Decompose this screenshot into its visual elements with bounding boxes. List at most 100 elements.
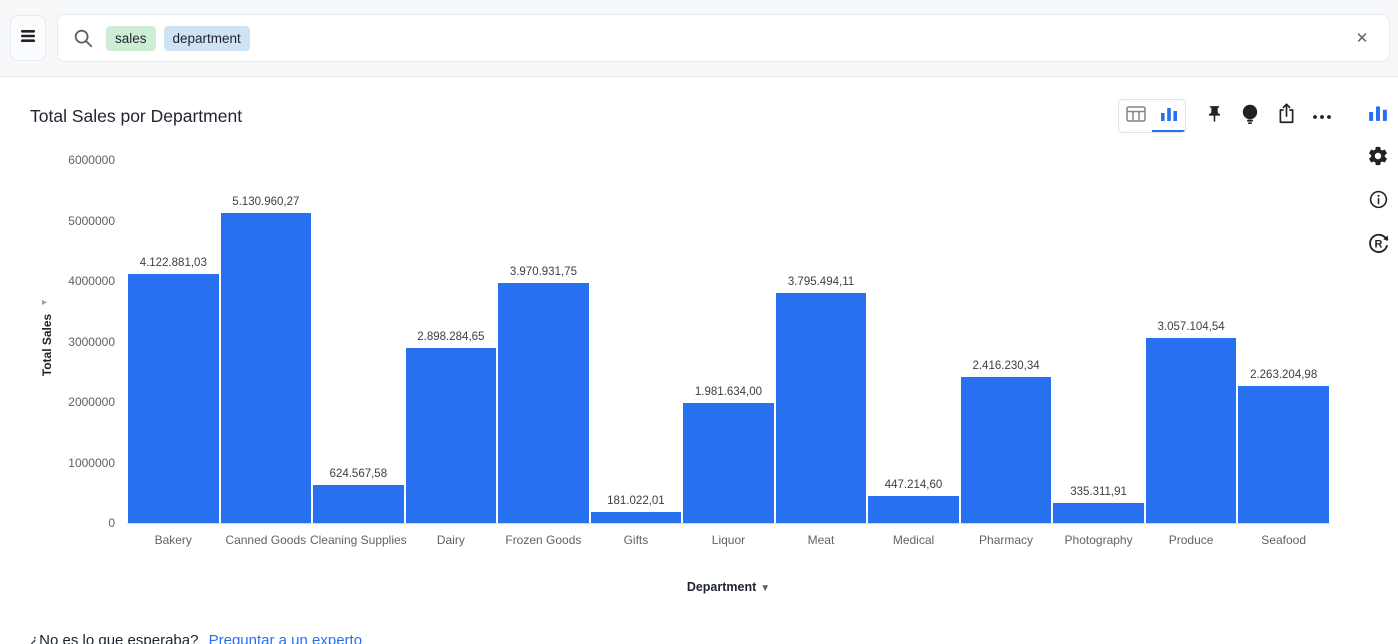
r-analysis-button[interactable]: R bbox=[1362, 230, 1394, 262]
y-tick-label: 1000000 bbox=[68, 456, 115, 470]
bar-slot: 5.130.960,27Canned Goods bbox=[220, 160, 313, 523]
bar-slot: 3.795.494,11Meat bbox=[775, 160, 868, 523]
y-axis-sort-caret-icon: ▸ bbox=[42, 297, 47, 308]
bar-value-label: 2.263.204,98 bbox=[1250, 369, 1317, 381]
bar-liquor[interactable] bbox=[683, 403, 774, 523]
y-tick-label: 6000000 bbox=[68, 153, 115, 167]
view-switcher bbox=[1118, 99, 1186, 133]
search-icon bbox=[72, 27, 94, 49]
category-label: Produce bbox=[1141, 533, 1242, 548]
bar-slot: 3.970.931,75Frozen Goods bbox=[497, 160, 590, 523]
insights-button[interactable] bbox=[1232, 100, 1268, 132]
bar-slot: 3.057.104,54Produce bbox=[1145, 160, 1238, 523]
share-button[interactable] bbox=[1268, 100, 1304, 132]
data-stack-icon bbox=[19, 27, 37, 50]
y-tick-label: 3000000 bbox=[68, 335, 115, 349]
bar-dairy[interactable] bbox=[406, 348, 497, 523]
x-axis-label-text: Department bbox=[687, 580, 756, 594]
bar-medical[interactable] bbox=[868, 496, 959, 523]
bar-meat[interactable] bbox=[776, 293, 867, 523]
ask-expert-link[interactable]: Preguntar a un experto bbox=[209, 632, 362, 644]
right-rail: R bbox=[1362, 98, 1394, 274]
category-label: Pharmacy bbox=[956, 533, 1057, 548]
x-axis-label[interactable]: Department ▼ bbox=[127, 580, 1330, 594]
answer-toolbar bbox=[1118, 99, 1340, 133]
table-view-icon bbox=[1126, 106, 1146, 127]
footer: ¿No es lo que esperaba? Preguntar a un e… bbox=[30, 632, 362, 644]
bar-gifts[interactable] bbox=[591, 512, 682, 523]
more-icon bbox=[1312, 107, 1332, 125]
page-title: Total Sales por Department bbox=[30, 106, 242, 127]
category-label: Canned Goods bbox=[216, 533, 317, 548]
chart-view-icon bbox=[1160, 105, 1178, 126]
bar-value-label: 3.057.104,54 bbox=[1158, 321, 1225, 333]
category-label: Meat bbox=[771, 533, 872, 548]
chart-type-icon bbox=[1368, 103, 1388, 126]
bar-slot: 447.214,60Medical bbox=[867, 160, 960, 523]
category-label: Cleaning Supplies bbox=[308, 533, 409, 548]
category-label: Dairy bbox=[401, 533, 502, 548]
category-label: Seafood bbox=[1233, 533, 1334, 548]
category-label: Medical bbox=[863, 533, 964, 548]
close-icon[interactable]: ✕ bbox=[1349, 25, 1375, 51]
settings-gear-icon bbox=[1367, 145, 1389, 172]
category-label: Liquor bbox=[678, 533, 779, 548]
bar-photography[interactable] bbox=[1053, 503, 1144, 523]
category-label: Bakery bbox=[123, 533, 224, 548]
bar-value-label: 335.311,91 bbox=[1070, 486, 1127, 498]
bar-value-label: 1.981.634,00 bbox=[695, 386, 762, 398]
bar-frozen-goods[interactable] bbox=[498, 283, 589, 523]
y-axis-label[interactable]: Total Sales bbox=[40, 314, 54, 376]
bar-value-label: 447.214,60 bbox=[885, 479, 943, 491]
category-label: Frozen Goods bbox=[493, 533, 594, 548]
settings-button[interactable] bbox=[1362, 142, 1394, 174]
answer-page: sales department ✕ Total Sales por Depar… bbox=[0, 0, 1398, 644]
insights-bulb-icon bbox=[1240, 103, 1260, 130]
bar-produce[interactable] bbox=[1146, 338, 1237, 523]
bar-slot: 2.263.204,98Seafood bbox=[1237, 160, 1330, 523]
x-axis-line bbox=[127, 523, 1330, 524]
search-token-department[interactable]: department bbox=[164, 26, 250, 51]
bar-canned-goods[interactable] bbox=[221, 213, 312, 523]
bar-slot: 4.122.881,03Bakery bbox=[127, 160, 220, 523]
bar-value-label: 624.567,58 bbox=[330, 468, 388, 480]
pin-button[interactable] bbox=[1196, 100, 1232, 132]
table-view-button[interactable] bbox=[1119, 100, 1152, 132]
info-icon bbox=[1368, 189, 1389, 215]
search-bar[interactable]: sales department ✕ bbox=[57, 14, 1390, 62]
bar-slot: 2.416.230,34Pharmacy bbox=[960, 160, 1053, 523]
svg-text:R: R bbox=[1374, 239, 1382, 251]
y-tick-label: 0 bbox=[108, 516, 115, 530]
bar-bakery[interactable] bbox=[128, 274, 219, 523]
search-token-sales[interactable]: sales bbox=[106, 26, 156, 51]
data-panel-toggle-button[interactable] bbox=[10, 15, 46, 61]
share-icon bbox=[1276, 102, 1297, 130]
top-bar: sales department ✕ bbox=[0, 0, 1398, 77]
bar-value-label: 2.416.230,34 bbox=[972, 360, 1039, 372]
bar-slot: 181.022,01Gifts bbox=[590, 160, 683, 523]
r-analysis-icon: R bbox=[1367, 232, 1390, 260]
bar-value-label: 5.130.960,27 bbox=[232, 196, 299, 208]
y-tick-label: 5000000 bbox=[68, 214, 115, 228]
bar-value-label: 181.022,01 bbox=[607, 495, 665, 507]
bar-slot: 335.311,91Photography bbox=[1052, 160, 1145, 523]
bar-value-label: 4.122.881,03 bbox=[140, 257, 207, 269]
chart-view-button[interactable] bbox=[1152, 100, 1185, 132]
bar-cleaning-supplies[interactable] bbox=[313, 485, 404, 523]
category-label: Gifts bbox=[586, 533, 687, 548]
info-button[interactable] bbox=[1362, 186, 1394, 218]
bar-value-label: 3.970.931,75 bbox=[510, 266, 577, 278]
bar-value-label: 2.898.284,65 bbox=[417, 331, 484, 343]
footer-question-text: ¿No es lo que esperaba? bbox=[30, 632, 198, 644]
y-tick-label: 4000000 bbox=[68, 274, 115, 288]
bar-seafood[interactable] bbox=[1238, 386, 1329, 523]
more-options-button[interactable] bbox=[1304, 100, 1340, 132]
chart-type-button[interactable] bbox=[1362, 98, 1394, 130]
bar-slot: 624.567,58Cleaning Supplies bbox=[312, 160, 405, 523]
chevron-down-icon: ▼ bbox=[760, 583, 770, 594]
bar-slot: 1.981.634,00Liquor bbox=[682, 160, 775, 523]
bar-chart: 4.122.881,03Bakery5.130.960,27Canned Goo… bbox=[127, 160, 1330, 523]
bar-pharmacy[interactable] bbox=[961, 377, 1052, 523]
pin-icon bbox=[1205, 104, 1224, 129]
category-label: Photography bbox=[1048, 533, 1149, 548]
